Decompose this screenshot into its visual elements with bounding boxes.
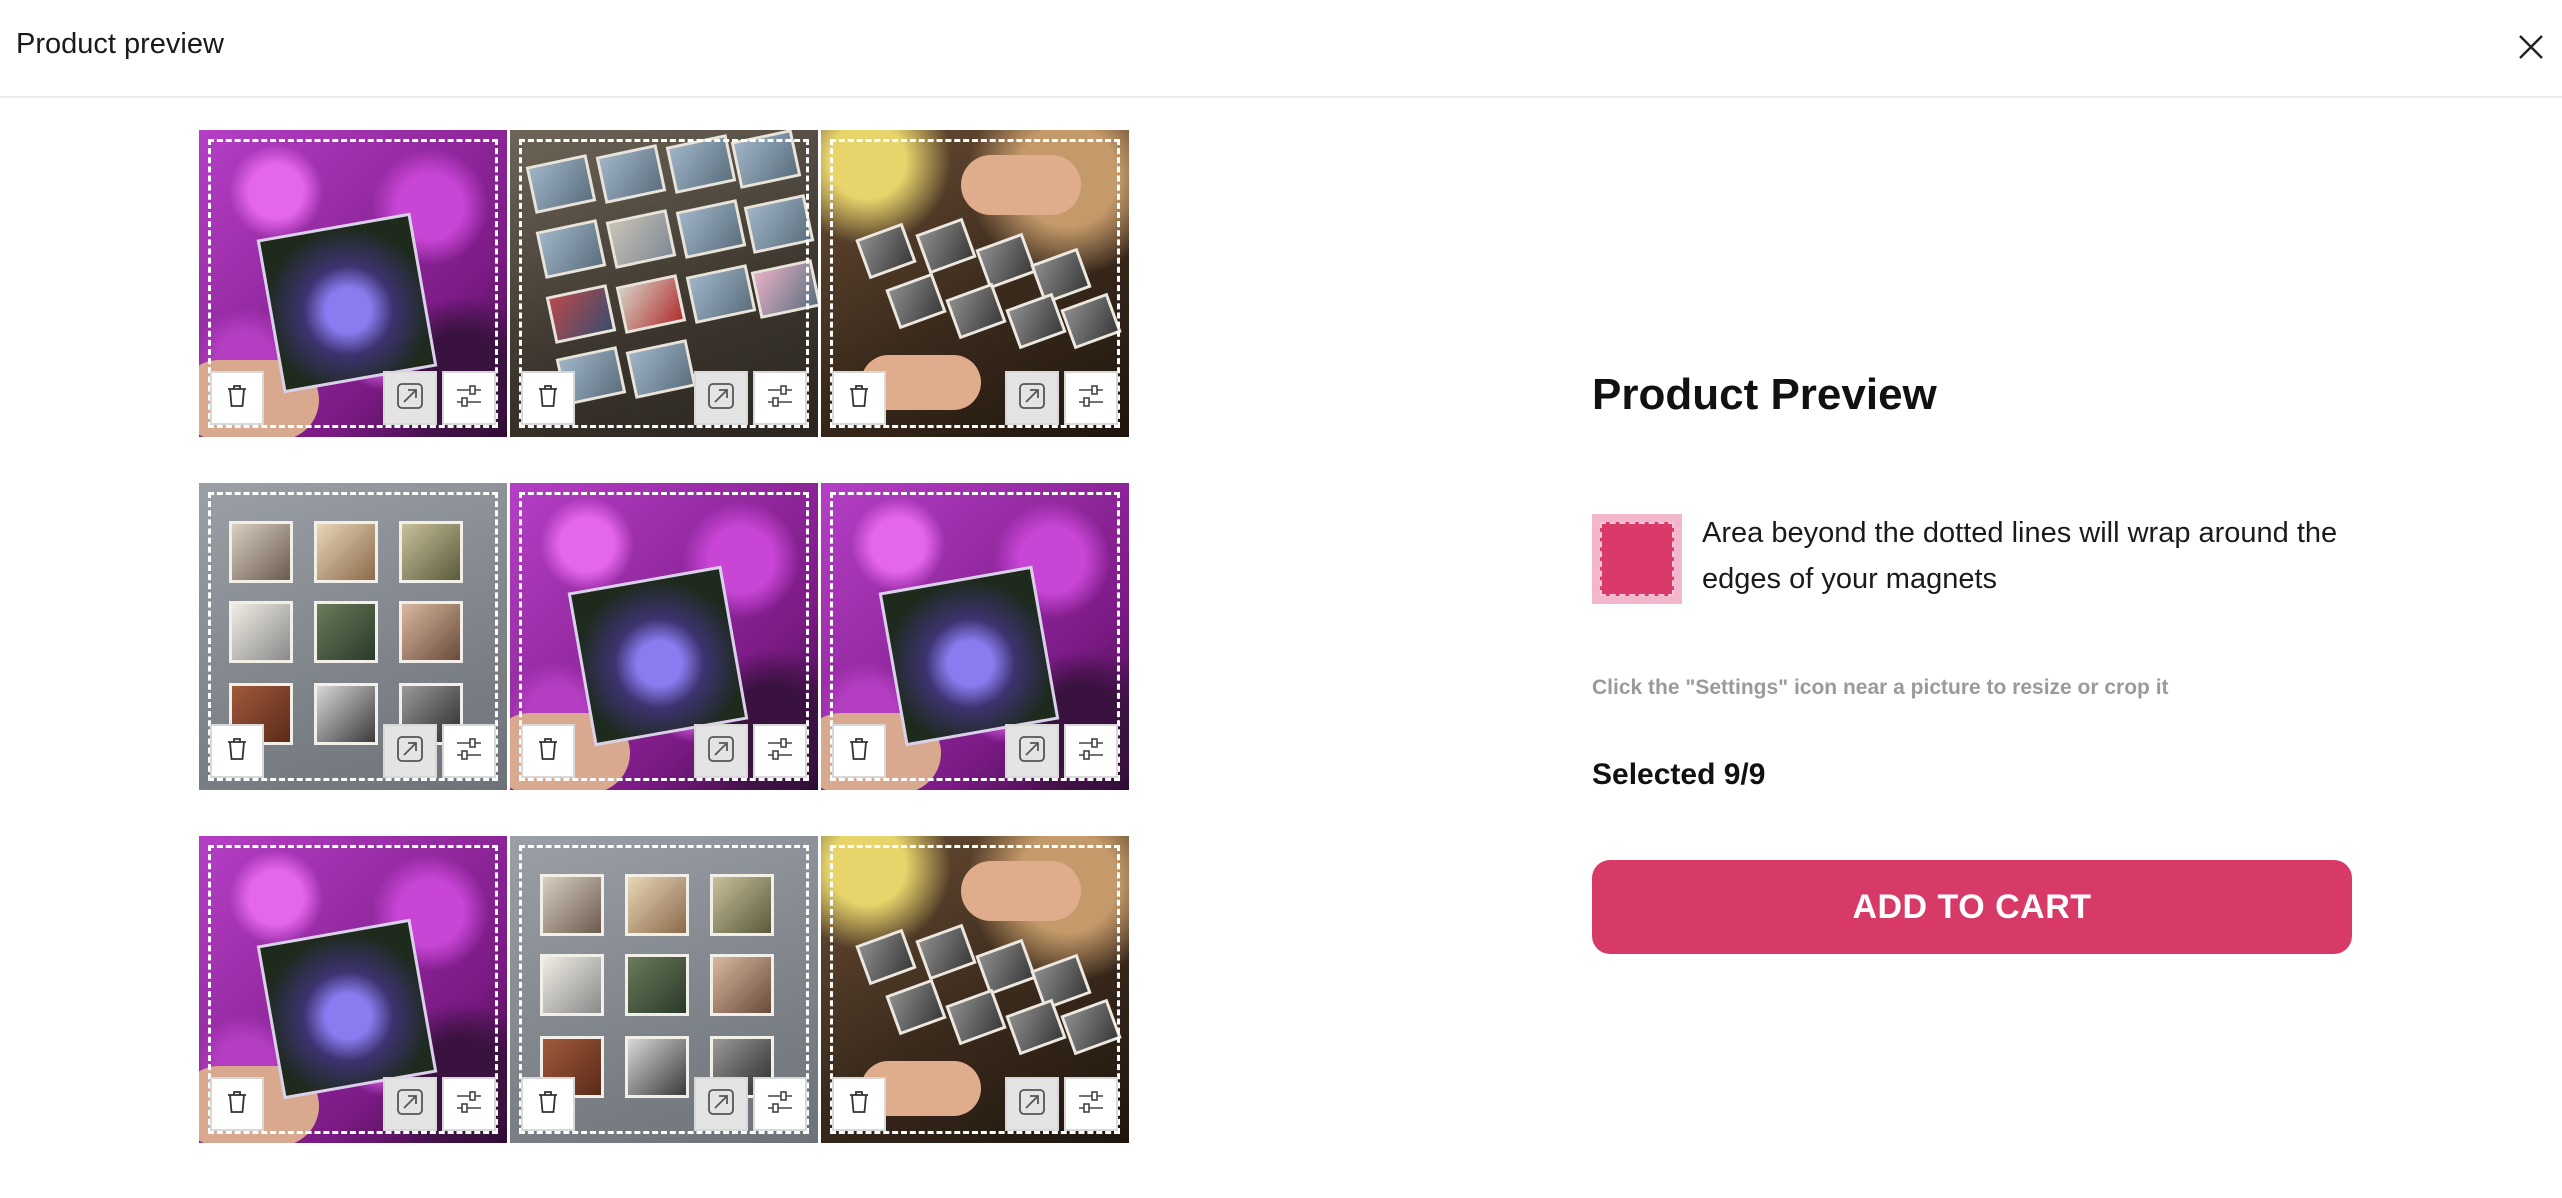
crop-button[interactable] bbox=[694, 1077, 748, 1131]
delete-button[interactable] bbox=[521, 1077, 575, 1131]
add-to-cart-button[interactable]: ADD TO CART bbox=[1592, 860, 2352, 954]
crop-icon bbox=[704, 1085, 738, 1124]
settings-icon bbox=[765, 381, 795, 416]
crop-button[interactable] bbox=[694, 724, 748, 778]
crop-button[interactable] bbox=[383, 1077, 437, 1131]
close-icon[interactable] bbox=[2516, 32, 2546, 62]
settings-icon bbox=[765, 734, 795, 769]
settings-icon bbox=[454, 734, 484, 769]
crop-icon bbox=[393, 379, 427, 418]
delete-button[interactable] bbox=[832, 724, 886, 778]
settings-button[interactable] bbox=[753, 1077, 807, 1131]
delete-button[interactable] bbox=[210, 371, 264, 425]
crop-button[interactable] bbox=[1005, 371, 1059, 425]
modal-title: Product preview bbox=[16, 28, 224, 60]
photo-tile bbox=[510, 836, 818, 1143]
crop-button[interactable] bbox=[694, 371, 748, 425]
trash-icon bbox=[536, 383, 560, 414]
settings-icon bbox=[765, 1087, 795, 1122]
trash-icon bbox=[847, 383, 871, 414]
delete-button[interactable] bbox=[832, 1077, 886, 1131]
settings-button[interactable] bbox=[442, 724, 496, 778]
trash-icon bbox=[847, 736, 871, 767]
settings-button[interactable] bbox=[1064, 724, 1118, 778]
delete-button[interactable] bbox=[832, 371, 886, 425]
crop-button[interactable] bbox=[1005, 1077, 1059, 1131]
photo-tile bbox=[199, 130, 507, 437]
photo-tile bbox=[821, 836, 1129, 1143]
trash-icon bbox=[536, 736, 560, 767]
settings-icon bbox=[1076, 734, 1106, 769]
photo-tile bbox=[510, 130, 818, 437]
crop-icon bbox=[704, 379, 738, 418]
photo-tile bbox=[199, 836, 507, 1143]
crop-icon bbox=[1015, 1085, 1049, 1124]
delete-button[interactable] bbox=[521, 724, 575, 778]
photo-tile bbox=[821, 483, 1129, 790]
trash-icon bbox=[225, 383, 249, 414]
settings-button[interactable] bbox=[1064, 371, 1118, 425]
photo-tile bbox=[510, 483, 818, 790]
crop-button[interactable] bbox=[383, 724, 437, 778]
delete-button[interactable] bbox=[210, 724, 264, 778]
settings-button[interactable] bbox=[1064, 1077, 1118, 1131]
trash-icon bbox=[536, 1089, 560, 1120]
crop-icon bbox=[1015, 379, 1049, 418]
settings-icon bbox=[1076, 381, 1106, 416]
settings-icon bbox=[454, 1087, 484, 1122]
modal-header: Product preview bbox=[0, 0, 2562, 98]
settings-button[interactable] bbox=[753, 371, 807, 425]
photo-tile bbox=[821, 130, 1129, 437]
settings-icon bbox=[1076, 1087, 1106, 1122]
crop-icon bbox=[393, 732, 427, 771]
panel-title: Product Preview bbox=[1592, 370, 1937, 419]
wrap-area-description: Area beyond the dotted lines will wrap a… bbox=[1702, 517, 2338, 595]
settings-button[interactable] bbox=[442, 1077, 496, 1131]
settings-button[interactable] bbox=[442, 371, 496, 425]
photo-tile bbox=[199, 483, 507, 790]
settings-icon bbox=[454, 381, 484, 416]
crop-button[interactable] bbox=[383, 371, 437, 425]
crop-icon bbox=[1015, 732, 1049, 771]
trash-icon bbox=[225, 1089, 249, 1120]
trash-icon bbox=[847, 1089, 871, 1120]
selected-count: Selected 9/9 bbox=[1592, 758, 1766, 791]
settings-hint: Click the "Settings" icon near a picture… bbox=[1592, 676, 2169, 699]
delete-button[interactable] bbox=[210, 1077, 264, 1131]
crop-icon bbox=[704, 732, 738, 771]
delete-button[interactable] bbox=[521, 371, 575, 425]
trash-icon bbox=[225, 736, 249, 767]
crop-icon bbox=[393, 1085, 427, 1124]
settings-button[interactable] bbox=[753, 724, 807, 778]
crop-button[interactable] bbox=[1005, 724, 1059, 778]
wrap-area-swatch bbox=[1592, 514, 1682, 604]
